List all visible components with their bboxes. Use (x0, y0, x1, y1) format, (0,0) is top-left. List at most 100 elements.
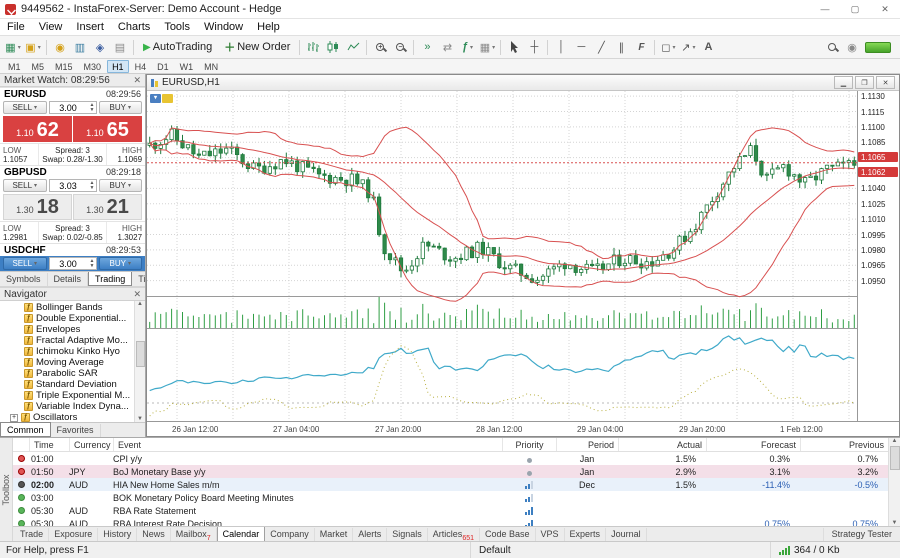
zoom-in-button[interactable]: + (370, 38, 390, 57)
tree-item-variable-index[interactable]: ƒVariable Index Dyna... (0, 401, 134, 412)
tree-item-standard-deviation[interactable]: ƒStandard Deviation (0, 379, 134, 390)
calendar-row[interactable]: 03:00 BOK Monetary Policy Board Meeting … (13, 491, 888, 504)
sell-button[interactable]: SELL▾ (3, 257, 47, 270)
symbol-row[interactable]: EURUSD 08:29:56 (0, 87, 145, 100)
tab-signals[interactable]: Signals (387, 528, 428, 541)
market-watch-close-icon[interactable]: ✕ (133, 76, 141, 85)
col-priority[interactable]: Priority (502, 438, 556, 451)
buy-price-button[interactable]: 1.3021 (73, 194, 142, 220)
menu-file[interactable]: File (0, 21, 32, 33)
indicators-button[interactable]: ƒ▾ (457, 38, 477, 57)
zoom-out-button[interactable]: − (390, 38, 410, 57)
sell-price-button[interactable]: 1.3018 (3, 194, 72, 220)
tab-trading[interactable]: Trading (88, 271, 132, 286)
time-axis[interactable]: 26 Jan 12:0027 Jan 04:0027 Jan 20:0028 J… (147, 421, 899, 436)
navigator-close-icon[interactable]: ✕ (133, 290, 141, 299)
expand-icon[interactable]: + (10, 414, 18, 422)
tab-alerts[interactable]: Alerts (353, 528, 387, 541)
channel-button[interactable]: ∥ (611, 38, 631, 57)
crosshair-button[interactable]: ┼ (524, 38, 544, 57)
maximize-button[interactable]: ▢ (840, 0, 870, 18)
chart-minimize-button[interactable]: ▁ (834, 76, 853, 89)
menu-window[interactable]: Window (197, 21, 250, 33)
menu-charts[interactable]: Charts (111, 21, 157, 33)
tab-experts[interactable]: Experts (565, 528, 607, 541)
tree-item-ichimoku[interactable]: ƒIchimoku Kinko Hyo (0, 346, 134, 357)
tab-common[interactable]: Common (0, 422, 51, 437)
tab-calendar[interactable]: Calendar (217, 526, 266, 541)
col-previous[interactable]: Previous (800, 438, 888, 451)
profiles-button[interactable]: ▣▾ (23, 38, 43, 57)
col-time[interactable]: Time (29, 438, 69, 451)
bar-chart-button[interactable] (303, 38, 323, 57)
chart-restore-button[interactable]: ❐ (855, 76, 874, 89)
tab-exposure[interactable]: Exposure (49, 528, 98, 541)
navigator-button[interactable]: ◈ (90, 38, 110, 57)
tf-h4[interactable]: H4 (130, 60, 152, 73)
buy-button[interactable]: BUY▾ (99, 101, 143, 114)
scrollbar-thumb[interactable] (890, 446, 900, 470)
tab-history[interactable]: History (98, 528, 137, 541)
volume-stepper[interactable]: 3.00▲▼ (49, 257, 97, 270)
arrows-button[interactable]: ↗▾ (678, 38, 698, 57)
tree-item-envelopes[interactable]: ƒEnvelopes (0, 324, 134, 335)
tf-h1[interactable]: H1 (107, 60, 129, 73)
horizontal-line-button[interactable]: ─ (571, 38, 591, 57)
data-window-button[interactable]: ▥ (70, 38, 90, 57)
calendar-row[interactable]: 02:00 AUD HIA New Home Sales m/m Dec 1.5… (13, 478, 888, 491)
tab-strategy-tester[interactable]: Strategy Tester (823, 528, 900, 541)
tree-item-oscillators[interactable]: +ƒOscillators (0, 412, 134, 422)
toolbox-button[interactable]: ▤ (110, 38, 130, 57)
tree-item-triple-exponential[interactable]: ƒTriple Exponential M... (0, 390, 134, 401)
tab-news[interactable]: News (137, 528, 171, 541)
tab-company[interactable]: Company (265, 528, 315, 541)
buy-button[interactable]: BUY▾ (99, 179, 143, 192)
status-profile[interactable]: Default (470, 542, 770, 558)
tab-articles[interactable]: Articles651 (428, 528, 480, 541)
minimize-button[interactable]: — (810, 0, 840, 18)
col-actual[interactable]: Actual (618, 438, 706, 451)
tab-journal[interactable]: Journal (606, 528, 647, 541)
tf-m30[interactable]: M30 (79, 60, 107, 73)
timeframes-button[interactable]: ▦▾ (477, 38, 497, 57)
new-order-button[interactable]: ＋New Order (218, 38, 296, 57)
calendar-row[interactable]: 01:00 CPI y/y Jan 1.5% 0.3% 0.7% (13, 452, 888, 465)
tree-item-parabolic-sar[interactable]: ƒParabolic SAR (0, 368, 134, 379)
toolbox-side-caption[interactable]: Toolbox (0, 438, 13, 541)
tree-item-bollinger-bands[interactable]: ƒBollinger Bands (0, 302, 134, 313)
market-watch-button[interactable]: ◉ (50, 38, 70, 57)
volume-stepper[interactable]: 3.00▲▼ (49, 101, 97, 114)
navigator-scrollbar[interactable]: ▲▼ (134, 301, 145, 422)
chart-canvas[interactable] (147, 91, 857, 421)
tab-code-base[interactable]: Code Base (480, 528, 536, 541)
tf-m15[interactable]: M15 (50, 60, 78, 73)
tab-mailbox[interactable]: Mailbox7 (171, 528, 217, 541)
tree-item-moving-average[interactable]: ƒMoving Average (0, 357, 134, 368)
new-chart-button[interactable]: ▦▾ (3, 38, 23, 57)
tf-m1[interactable]: M1 (3, 60, 26, 73)
menu-tools[interactable]: Tools (157, 21, 197, 33)
symbol-row[interactable]: GBPUSD 08:29:18 (0, 165, 145, 178)
one-click-trading-toggle[interactable]: ▾ (150, 94, 173, 103)
buy-price-button[interactable]: 1.1065 (73, 116, 142, 142)
sell-button[interactable]: SELL▾ (3, 179, 47, 192)
chart-title-bar[interactable]: EURUSD,H1 ▁ ❐ ✕ (147, 75, 899, 91)
menu-insert[interactable]: Insert (69, 21, 111, 33)
community-button[interactable]: ◉ (842, 38, 862, 57)
symbol-row[interactable]: USDCHF 08:29:53 (0, 243, 145, 256)
autotrading-button[interactable]: ▶AutoTrading (137, 38, 218, 57)
tab-symbols[interactable]: Symbols (0, 273, 48, 286)
menu-help[interactable]: Help (250, 21, 287, 33)
calendar-row[interactable]: 05:30 AUD RBA Interest Rate Decision 0.7… (13, 517, 888, 526)
col-currency[interactable]: Currency (69, 438, 113, 451)
buy-button[interactable]: BUY▾ (99, 257, 143, 270)
line-chart-button[interactable] (343, 38, 363, 57)
cursor-button[interactable] (504, 38, 524, 57)
col-event[interactable]: Event (113, 438, 502, 451)
tf-mn[interactable]: MN (199, 60, 223, 73)
tf-d1[interactable]: D1 (152, 60, 174, 73)
sell-button[interactable]: SELL▾ (3, 101, 47, 114)
col-forecast[interactable]: Forecast (706, 438, 800, 451)
calendar-row[interactable]: 01:50 JPY BoJ Monetary Base y/y Jan 2.9%… (13, 465, 888, 478)
volume-stepper[interactable]: 3.03▲▼ (49, 179, 97, 192)
